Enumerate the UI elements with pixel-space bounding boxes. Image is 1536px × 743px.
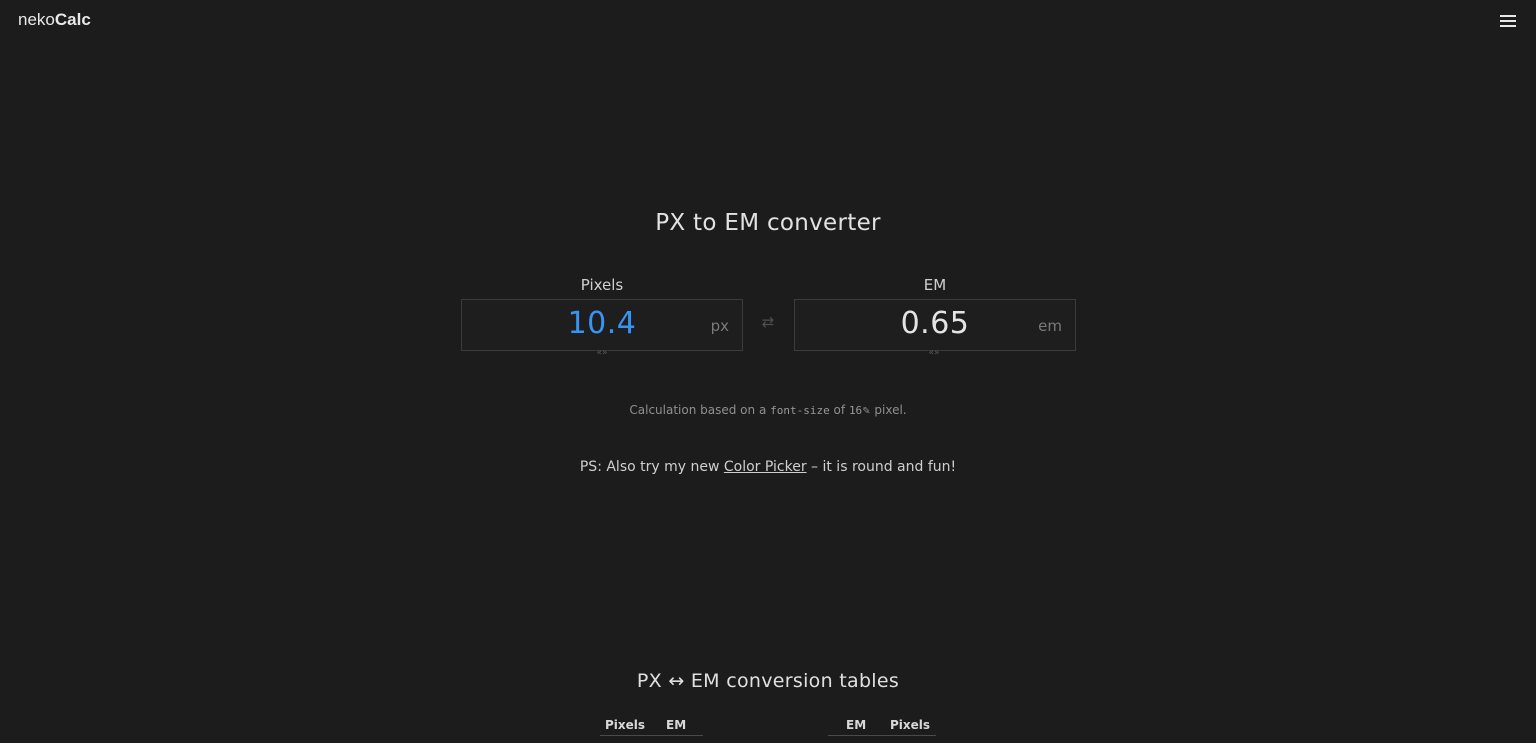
px-to-em-table-header: Pixels EM (600, 715, 703, 736)
pixels-unit: px (710, 317, 729, 335)
hamburger-menu-icon[interactable] (1500, 15, 1516, 28)
calculation-note: Calculation based on a font-size of 16✎ … (0, 403, 1536, 417)
table-header-em: EM (666, 718, 687, 732)
base-font-size[interactable]: 16 (849, 404, 862, 417)
logo[interactable]: nekoCalc (18, 10, 91, 30)
pixels-value[interactable]: 10.4 (462, 306, 742, 341)
em-label: EM (923, 276, 947, 294)
page: nekoCalc PX to EM converter Pixels EM 10… (0, 0, 1536, 743)
em-value[interactable]: 0.65 (795, 306, 1075, 341)
table-header-pixels: Pixels (605, 718, 646, 732)
logo-light-text: neko (18, 10, 55, 29)
conversion-tables-title: PX ↔ EM conversion tables (636, 670, 900, 692)
table-header-em: EM (846, 718, 867, 732)
swap-icon[interactable]: ⇄ (759, 313, 777, 331)
note-prefix: Calculation based on a (629, 403, 771, 417)
page-title: PX to EM converter (655, 210, 881, 236)
ps-note: PS: Also try my new Color Picker – it is… (0, 459, 1536, 475)
color-picker-link[interactable]: Color Picker (724, 459, 807, 475)
ps-suffix: – it is round and fun! (806, 459, 957, 475)
table-header-pixels: Pixels (890, 718, 931, 732)
note-middle: of (829, 403, 849, 417)
ps-prefix: PS: Also try my new (579, 459, 724, 475)
logo-bold-text: Calc (54, 10, 91, 29)
em-drag-handle-icon[interactable]: «» (919, 347, 949, 359)
edit-pencil-icon[interactable]: ✎ (862, 406, 870, 417)
pixels-label: Pixels (580, 276, 624, 294)
em-input[interactable]: 0.65 em (794, 299, 1076, 351)
em-unit: em (1038, 317, 1062, 335)
pixels-drag-handle-icon[interactable]: «» (587, 347, 617, 359)
em-to-px-table-header: EM Pixels (828, 715, 936, 736)
pixels-input[interactable]: 10.4 px (461, 299, 743, 351)
note-code: font-size (770, 404, 830, 417)
note-suffix: pixel. (870, 403, 907, 417)
